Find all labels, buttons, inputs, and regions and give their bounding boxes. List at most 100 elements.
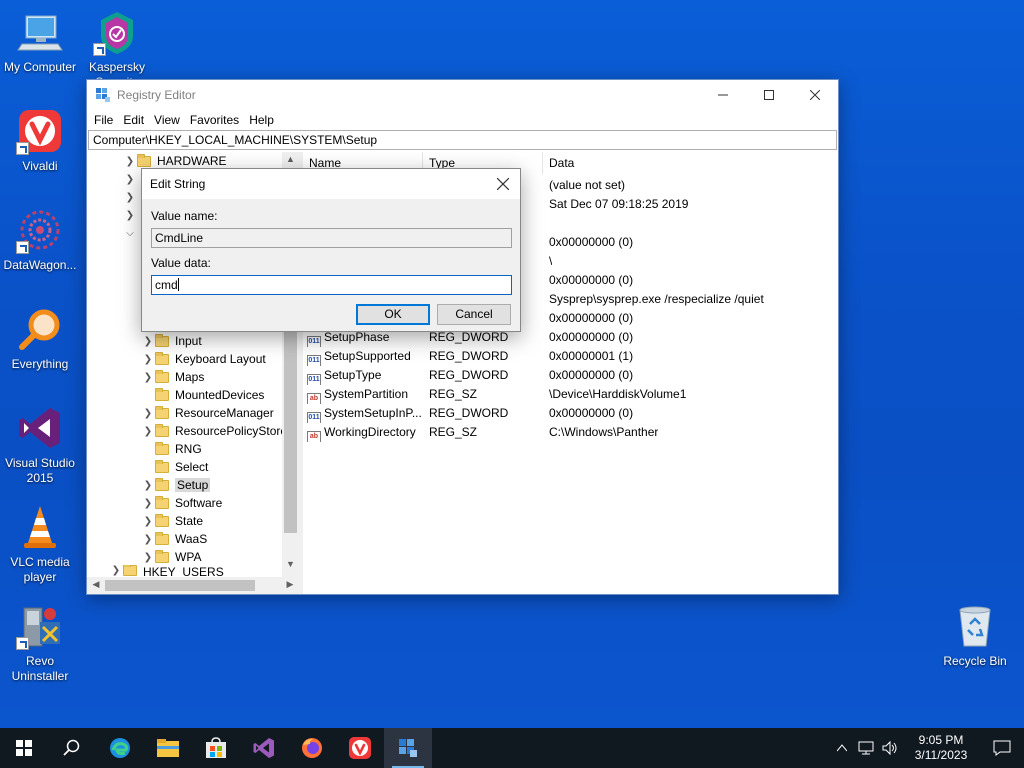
minimize-button[interactable] xyxy=(700,80,746,110)
tree-item-label: HARDWARE xyxy=(157,154,227,168)
chevron-right-icon[interactable]: ❯ xyxy=(141,408,155,419)
desktop-icon-recycle-bin[interactable]: Recycle Bin xyxy=(935,602,1015,669)
taskbar-visual-studio[interactable] xyxy=(240,728,288,768)
table-row[interactable]: ab WorkingDirectory REG_SZ C:\Windows\Pan… xyxy=(303,423,823,442)
address-bar[interactable]: Computer\HKEY_LOCAL_MACHINE\SYSTEM\Setup xyxy=(88,130,837,150)
chevron-right-icon[interactable]: ❯ xyxy=(109,565,123,576)
magnifier-icon xyxy=(16,305,64,353)
start-button[interactable] xyxy=(0,728,48,768)
taskbar-store[interactable] xyxy=(192,728,240,768)
tree-horizontal-scrollbar[interactable]: ◀ ▶ xyxy=(87,577,299,594)
desktop-icon-my-computer[interactable]: My Computer xyxy=(0,8,80,75)
scroll-right-icon[interactable]: ▶ xyxy=(282,579,298,590)
chevron-right-icon[interactable]: ❯ xyxy=(141,552,155,563)
edit-string-dialog[interactable]: Edit String Value name: CmdLine Value da… xyxy=(141,168,521,332)
desktop-icon-vivaldi[interactable]: Vivaldi xyxy=(0,107,80,174)
ok-button[interactable]: OK xyxy=(356,304,430,325)
table-row[interactable]: ab SystemPartition REG_SZ \Device\Harddis… xyxy=(303,385,823,404)
menu-file[interactable]: File xyxy=(89,113,118,127)
chevron-right-icon[interactable]: ❯ xyxy=(123,210,137,221)
tree-item-maps[interactable]: ❯ Maps xyxy=(141,368,204,386)
volume-button[interactable] xyxy=(878,728,902,768)
network-button[interactable] xyxy=(854,728,878,768)
notifications-button[interactable] xyxy=(980,728,1024,768)
chevron-right-icon[interactable]: ❯ xyxy=(141,426,155,437)
menu-view[interactable]: View xyxy=(149,113,185,127)
tree-expander-open[interactable]: ⌵ xyxy=(123,224,137,242)
dialog-close-button[interactable] xyxy=(492,173,514,195)
chevron-right-icon[interactable]: ❯ xyxy=(141,354,155,365)
desktop-icon-vlc[interactable]: VLC media player xyxy=(0,503,80,585)
tree-item-keyboard-layout[interactable]: ❯ Keyboard Layout xyxy=(141,350,266,368)
tree-item-state[interactable]: ❯ State xyxy=(141,512,203,530)
shortcut-arrow-icon xyxy=(16,241,29,254)
tree-item-setup[interactable]: ❯ Setup xyxy=(141,476,211,494)
tree-expander[interactable]: ❯ xyxy=(123,170,137,188)
search-button[interactable] xyxy=(48,728,96,768)
folder-icon xyxy=(155,513,169,527)
chevron-right-icon[interactable]: ❯ xyxy=(141,516,155,527)
chevron-up-icon xyxy=(837,744,847,752)
menu-favorites[interactable]: Favorites xyxy=(185,113,244,127)
taskbar-firefox[interactable] xyxy=(288,728,336,768)
column-data[interactable]: Data xyxy=(543,152,823,174)
tree-item-label: MountedDevices xyxy=(175,388,265,402)
desktop-icon-revo[interactable]: Revo Uninstaller xyxy=(0,602,80,684)
table-row[interactable]: 011 SetupSupported REG_DWORD 0x00000001 (… xyxy=(303,347,823,366)
edge-icon xyxy=(110,738,130,758)
desktop-icon-datawagon[interactable]: DataWagon... xyxy=(0,206,80,273)
chevron-right-icon[interactable]: ❯ xyxy=(123,156,137,167)
folder-icon xyxy=(155,405,169,419)
tree-item-resource-manager[interactable]: ❯ ResourceManager xyxy=(141,404,274,422)
title-bar[interactable]: Registry Editor xyxy=(87,80,838,110)
desktop-icon-everything[interactable]: Everything xyxy=(0,305,80,372)
close-icon xyxy=(810,90,820,100)
taskbar-vivaldi[interactable] xyxy=(336,728,384,768)
close-button[interactable] xyxy=(792,80,838,110)
taskbar-registry-editor[interactable] xyxy=(384,728,432,768)
menu-help[interactable]: Help xyxy=(244,113,279,127)
chevron-down-icon[interactable]: ⌵ xyxy=(123,228,137,239)
scroll-down-icon[interactable]: ▼ xyxy=(282,559,299,575)
value-data: (value not set) xyxy=(549,178,626,192)
desktop-icon-visual-studio[interactable]: Visual Studio 2015 xyxy=(0,404,80,486)
show-hidden-icons-button[interactable] xyxy=(830,728,854,768)
tree-item-waas[interactable]: ❯ WaaS xyxy=(141,530,207,548)
kaspersky-shield-icon xyxy=(93,8,141,56)
tree-item-mounted-devices[interactable]: MountedDevices xyxy=(141,386,264,404)
tree-item-resource-policy-store[interactable]: ❯ ResourcePolicyStore xyxy=(141,422,287,440)
folder-icon xyxy=(155,387,169,401)
table-row[interactable]: 011 SetupType REG_DWORD 0x00000000 (0) xyxy=(303,366,823,385)
tree-item-label: WPA xyxy=(175,550,202,564)
tree-item-hkey-users[interactable]: ❯ HKEY_USERS xyxy=(109,565,224,577)
tree-item-label: Software xyxy=(175,496,223,510)
chevron-right-icon[interactable]: ❯ xyxy=(141,480,155,491)
chevron-right-icon[interactable]: ❯ xyxy=(123,174,137,185)
chevron-right-icon[interactable]: ❯ xyxy=(141,498,155,509)
value-data: 0x00000000 (0) xyxy=(549,330,634,344)
chevron-right-icon[interactable]: ❯ xyxy=(123,192,137,203)
table-row[interactable]: 011 SystemSetupInP... REG_DWORD 0x0000000… xyxy=(303,404,823,423)
taskbar-edge[interactable] xyxy=(96,728,144,768)
tree-item-software[interactable]: ❯ Software xyxy=(141,494,222,512)
chevron-right-icon[interactable]: ❯ xyxy=(141,336,155,347)
value-data-input[interactable]: cmd xyxy=(151,275,512,295)
tree-expander[interactable]: ❯ xyxy=(123,206,137,224)
value-type: REG_DWORD xyxy=(429,368,509,382)
chevron-right-icon[interactable]: ❯ xyxy=(141,372,155,383)
tree-item-rng[interactable]: RNG xyxy=(141,440,202,458)
desktop-icon-kaspersky[interactable]: Kaspersky Security xyxy=(77,8,157,80)
scroll-thumb[interactable] xyxy=(105,580,255,591)
maximize-button[interactable] xyxy=(746,80,792,110)
tree-item-input[interactable]: ❯ Input xyxy=(141,332,202,350)
taskbar-file-explorer[interactable] xyxy=(144,728,192,768)
registry-editor-window[interactable]: Registry Editor File Edit View Favorites… xyxy=(86,79,839,595)
tree-item-wpa[interactable]: ❯ WPA xyxy=(141,548,201,566)
menu-edit[interactable]: Edit xyxy=(118,113,149,127)
chevron-right-icon[interactable]: ❯ xyxy=(141,534,155,545)
scroll-left-icon[interactable]: ◀ xyxy=(88,579,104,590)
tree-item-select[interactable]: Select xyxy=(141,458,208,476)
cancel-button[interactable]: Cancel xyxy=(437,304,511,325)
clock[interactable]: 9:05 PM 3/11/2023 xyxy=(902,733,980,763)
tree-expander[interactable]: ❯ xyxy=(123,188,137,206)
